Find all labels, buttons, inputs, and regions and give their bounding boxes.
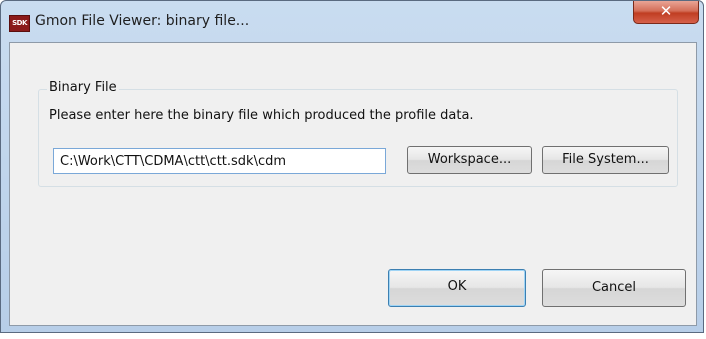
binary-file-group: Binary File Please enter here the binary… [38,80,678,187]
file-system-button[interactable]: File System... [542,146,669,174]
dialog-window: SDK Gmon File Viewer: binary file... ✕ B… [0,0,704,333]
dialog-content: Binary File Please enter here the binary… [9,42,697,326]
binary-path-input[interactable] [53,148,386,174]
close-icon: ✕ [659,2,673,20]
title-bar[interactable]: SDK Gmon File Viewer: binary file... ✕ [1,1,703,41]
group-description: Please enter here the binary file which … [49,108,474,123]
sdk-app-icon: SDK [9,15,30,32]
window-title: Gmon File Viewer: binary file... [35,13,250,29]
cancel-button[interactable]: Cancel [542,269,686,307]
group-legend: Binary File [47,80,119,95]
close-button[interactable]: ✕ [633,1,699,24]
ok-button[interactable]: OK [388,269,526,307]
workspace-button[interactable]: Workspace... [407,146,532,174]
